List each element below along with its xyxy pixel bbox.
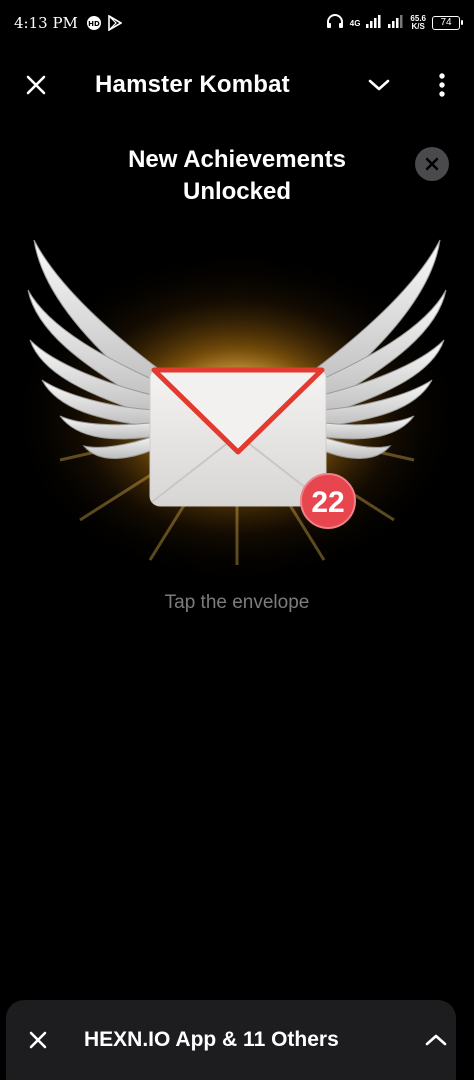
app-header: Hamster Kombat	[0, 56, 474, 114]
dismiss-achievement-button[interactable]	[415, 147, 449, 181]
signal-icon	[366, 14, 382, 32]
speed-unit: K/S	[411, 22, 425, 31]
achievement-title-line2: Unlocked	[182, 178, 292, 205]
close-icon	[425, 157, 439, 171]
achievement-title-line1: New Achievements	[128, 146, 346, 173]
headphones-icon	[326, 13, 344, 33]
signal-icon-2	[388, 14, 404, 32]
play-store-icon	[108, 15, 122, 31]
status-right: 4G 65.6 K/S 74	[326, 13, 463, 33]
screen: 4:13 PM HD 4G 65.6 K/S 74 Hamster Kombat…	[0, 0, 474, 1080]
chevron-up-icon	[425, 1034, 447, 1046]
status-bar: 4:13 PM HD 4G 65.6 K/S 74	[0, 0, 474, 46]
battery-icon: 74	[432, 16, 463, 30]
close-minimized-button[interactable]	[20, 1022, 56, 1058]
battery-level: 74	[440, 17, 452, 28]
app-title: Hamster Kombat	[95, 71, 290, 98]
notification-badge: 22	[300, 473, 356, 529]
network-speed: 65.6 K/S	[410, 15, 426, 31]
close-button[interactable]	[16, 65, 56, 105]
hd-icon: HD	[86, 15, 102, 31]
achievement-title: New Achievements Unlocked	[0, 144, 474, 208]
more-vertical-icon	[439, 73, 445, 97]
minimized-apps-label[interactable]: HEXN.IO App & 11 Others	[84, 1028, 339, 1052]
badge-count: 22	[311, 486, 344, 519]
more-options-button[interactable]	[422, 65, 462, 105]
tap-hint: Tap the envelope	[164, 592, 310, 613]
collapse-button[interactable]	[359, 65, 399, 105]
expand-button[interactable]	[417, 1021, 455, 1059]
envelope-illustration: 22	[7, 239, 467, 580]
close-icon	[29, 1031, 47, 1049]
status-time: 4:13 PM	[14, 14, 78, 32]
svg-text:HD: HD	[88, 20, 100, 28]
winged-envelope[interactable]: 22	[0, 220, 474, 580]
minimized-apps-bar[interactable]: HEXN.IO App & 11 Others	[6, 1000, 456, 1080]
chevron-down-icon	[368, 79, 390, 91]
network-label: 4G	[349, 18, 361, 28]
close-icon	[26, 75, 46, 95]
